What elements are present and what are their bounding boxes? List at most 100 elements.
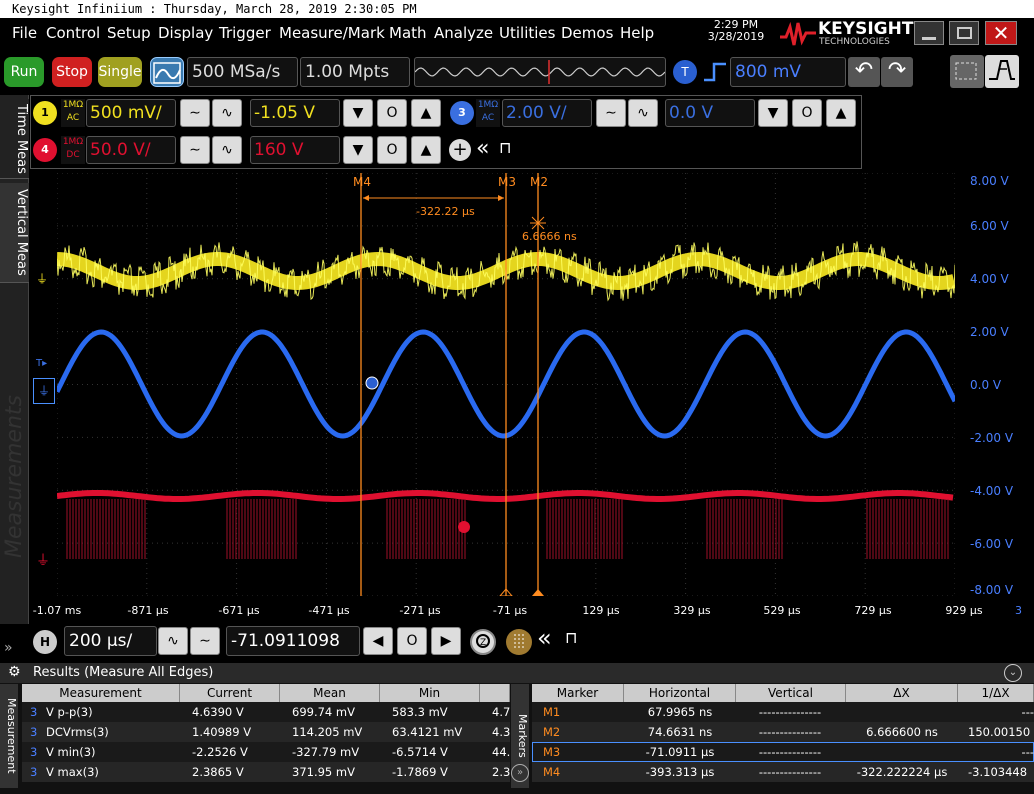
minimize-button[interactable] bbox=[914, 21, 944, 45]
maximize-button[interactable] bbox=[949, 21, 979, 45]
sample-rate-field[interactable]: 500 MSa/s bbox=[187, 57, 298, 87]
ch4-ground-marker[interactable]: ⏚ bbox=[36, 550, 50, 570]
marker-name: M2 bbox=[543, 725, 561, 739]
menu-analyze[interactable]: Analyze bbox=[434, 24, 493, 42]
ch1-offset-up-button[interactable]: ▲ bbox=[411, 99, 441, 127]
meas-col-mean[interactable]: Mean bbox=[280, 684, 380, 702]
meas-col-current[interactable]: Current bbox=[180, 684, 280, 702]
menu-trigger[interactable]: Trigger bbox=[219, 24, 271, 42]
horizontal-scale-down-button[interactable]: ∿ bbox=[158, 627, 188, 655]
trigger-level-marker[interactable]: T▸ bbox=[36, 358, 47, 369]
ch3-offset-field[interactable]: 0.0 V bbox=[665, 99, 755, 127]
ch1-offset-down-button[interactable]: ▼ bbox=[343, 99, 373, 127]
collapse-horizontal-icon[interactable]: « bbox=[537, 624, 552, 652]
horizontal-position-left-button[interactable]: ◀ bbox=[363, 627, 393, 655]
marker-col-horizontal[interactable]: Horizontal bbox=[624, 684, 736, 702]
ch3-badge[interactable]: 3 bbox=[450, 101, 474, 125]
ch3-marker-dot[interactable] bbox=[365, 376, 379, 390]
marker-inv-dx: -3.103448 bbox=[968, 765, 1028, 779]
tab-time-meas[interactable]: Time Meas bbox=[0, 99, 29, 179]
add-channel-button[interactable]: + bbox=[449, 139, 471, 161]
expand-icon[interactable]: » bbox=[4, 640, 13, 656]
ch3-coupling[interactable]: 1MΩ AC bbox=[476, 99, 500, 127]
meas-col-measurement[interactable]: Measurement bbox=[22, 684, 180, 702]
menu-setup[interactable]: Setup bbox=[107, 24, 151, 42]
navigate-button[interactable] bbox=[506, 629, 532, 655]
ch1-scale-down-button[interactable]: ∼ bbox=[180, 99, 210, 127]
ch1-badge[interactable]: 1 bbox=[33, 101, 57, 125]
ch3-ground-marker[interactable]: ⏚ bbox=[33, 378, 55, 404]
horizontal-position-field[interactable]: -71.0911098 µs bbox=[226, 626, 360, 679]
y-tick-label: -8.00 V bbox=[970, 583, 1014, 597]
results-collapse-icon[interactable]: ⌄ bbox=[1004, 664, 1022, 682]
horizontal-scale-up-button[interactable]: ∼ bbox=[190, 627, 220, 655]
run-button[interactable]: Run bbox=[4, 57, 44, 87]
ch4-scale-up-button[interactable]: ∿ bbox=[212, 136, 242, 164]
ch4-offset-zero-button[interactable]: O bbox=[377, 136, 407, 164]
ch4-badge[interactable]: 4 bbox=[33, 138, 57, 162]
redo-button[interactable]: ↷ bbox=[881, 57, 913, 87]
trigger-source-badge[interactable]: T bbox=[673, 60, 697, 84]
ch1-scale-field[interactable]: 500 mV/ bbox=[86, 99, 176, 127]
menu-demos[interactable]: Demos bbox=[561, 24, 613, 42]
ch1-ground-marker[interactable]: ⏚ bbox=[36, 270, 48, 287]
ch1-scale-up-button[interactable]: ∿ bbox=[212, 99, 242, 127]
horizontal-position-right-button[interactable]: ▶ bbox=[431, 627, 461, 655]
menu-display[interactable]: Display bbox=[158, 24, 213, 42]
markers-expand-icon[interactable]: » bbox=[511, 764, 529, 782]
memory-depth-field[interactable]: 1.00 Mpts bbox=[300, 57, 410, 87]
undo-button[interactable]: ↶ bbox=[848, 57, 880, 87]
ch1-offset-zero-button[interactable]: O bbox=[377, 99, 407, 127]
waveform-display[interactable] bbox=[57, 173, 955, 596]
horizontal-position-zero-button[interactable]: O bbox=[397, 627, 427, 655]
ch4-scale-field[interactable]: 50.0 V/ bbox=[86, 136, 176, 164]
ch3-scale-field[interactable]: 2.00 V/ bbox=[502, 99, 592, 127]
menu-utilities[interactable]: Utilities bbox=[499, 24, 555, 42]
horizontal-scale-field[interactable]: 200 µs/ bbox=[64, 626, 157, 656]
ch3-offset-up-button[interactable]: ▲ bbox=[826, 99, 856, 127]
menu-help[interactable]: Help bbox=[620, 24, 654, 42]
horizontal-badge[interactable]: H bbox=[33, 630, 57, 654]
marker-vertical: --------------- bbox=[758, 745, 822, 759]
stop-button[interactable]: Stop bbox=[52, 57, 92, 87]
trigger-level-field[interactable]: 800 mV bbox=[730, 57, 846, 87]
close-button[interactable]: ✕ bbox=[985, 21, 1017, 45]
ch4-marker-dot[interactable] bbox=[458, 521, 470, 533]
zoom-box-button[interactable] bbox=[950, 55, 984, 88]
measurement-side-tab[interactable]: Measurement bbox=[0, 684, 18, 788]
ch1-coupling[interactable]: 1MΩ AC bbox=[61, 99, 85, 127]
marker-col-dx[interactable]: ΔX bbox=[846, 684, 958, 702]
ch3-scale-up-button[interactable]: ∿ bbox=[628, 99, 658, 127]
ch3-offset-down-button[interactable]: ▼ bbox=[758, 99, 788, 127]
ch3-scale-down-button[interactable]: ∼ bbox=[596, 99, 626, 127]
results-gear-icon[interactable]: ⚙ bbox=[8, 664, 21, 680]
x-tick-label: -871 µs bbox=[127, 604, 169, 617]
tab-vertical-meas[interactable]: Vertical Meas bbox=[0, 183, 29, 283]
meas-col-min[interactable]: Min bbox=[380, 684, 480, 702]
menu-control[interactable]: Control bbox=[46, 24, 100, 42]
zoom-button[interactable]: Z bbox=[470, 629, 496, 655]
ch3-offset-zero-button[interactable]: O bbox=[792, 99, 822, 127]
edge-mode-button[interactable] bbox=[985, 55, 1019, 88]
meas-col-max[interactable] bbox=[480, 684, 510, 702]
ch1-offset-field[interactable]: -1.05 V bbox=[250, 99, 340, 127]
ch4-offset-up-button[interactable]: ▲ bbox=[411, 136, 441, 164]
pin-horizontal-icon[interactable]: ⊓ bbox=[565, 628, 577, 647]
collapse-panel-icon[interactable]: « bbox=[476, 136, 489, 161]
menu-math[interactable]: Math bbox=[389, 24, 427, 42]
marker-col-inv-dx[interactable]: 1/ΔX bbox=[958, 684, 1034, 702]
pin-icon[interactable]: ⊓ bbox=[499, 138, 511, 157]
ch4-offset-down-button[interactable]: ▼ bbox=[343, 136, 373, 164]
autoscale-button[interactable] bbox=[150, 57, 184, 87]
ch4-scale-down-button[interactable]: ∼ bbox=[180, 136, 210, 164]
m2-bottom-marker-icon[interactable] bbox=[532, 589, 544, 596]
ch4-coupling[interactable]: 1MΩ DC bbox=[61, 136, 85, 164]
marker-col-vertical[interactable]: Vertical bbox=[736, 684, 846, 702]
rising-edge-icon[interactable] bbox=[702, 60, 728, 84]
ch4-offset-field[interactable]: 160 V bbox=[250, 136, 340, 164]
single-button[interactable]: Single bbox=[98, 57, 142, 87]
menu-file[interactable]: File bbox=[12, 24, 37, 42]
waveform-overview[interactable] bbox=[414, 57, 666, 87]
menu-measure-mark[interactable]: Measure/Mark bbox=[279, 24, 385, 42]
marker-col-marker[interactable]: Marker bbox=[532, 684, 624, 702]
